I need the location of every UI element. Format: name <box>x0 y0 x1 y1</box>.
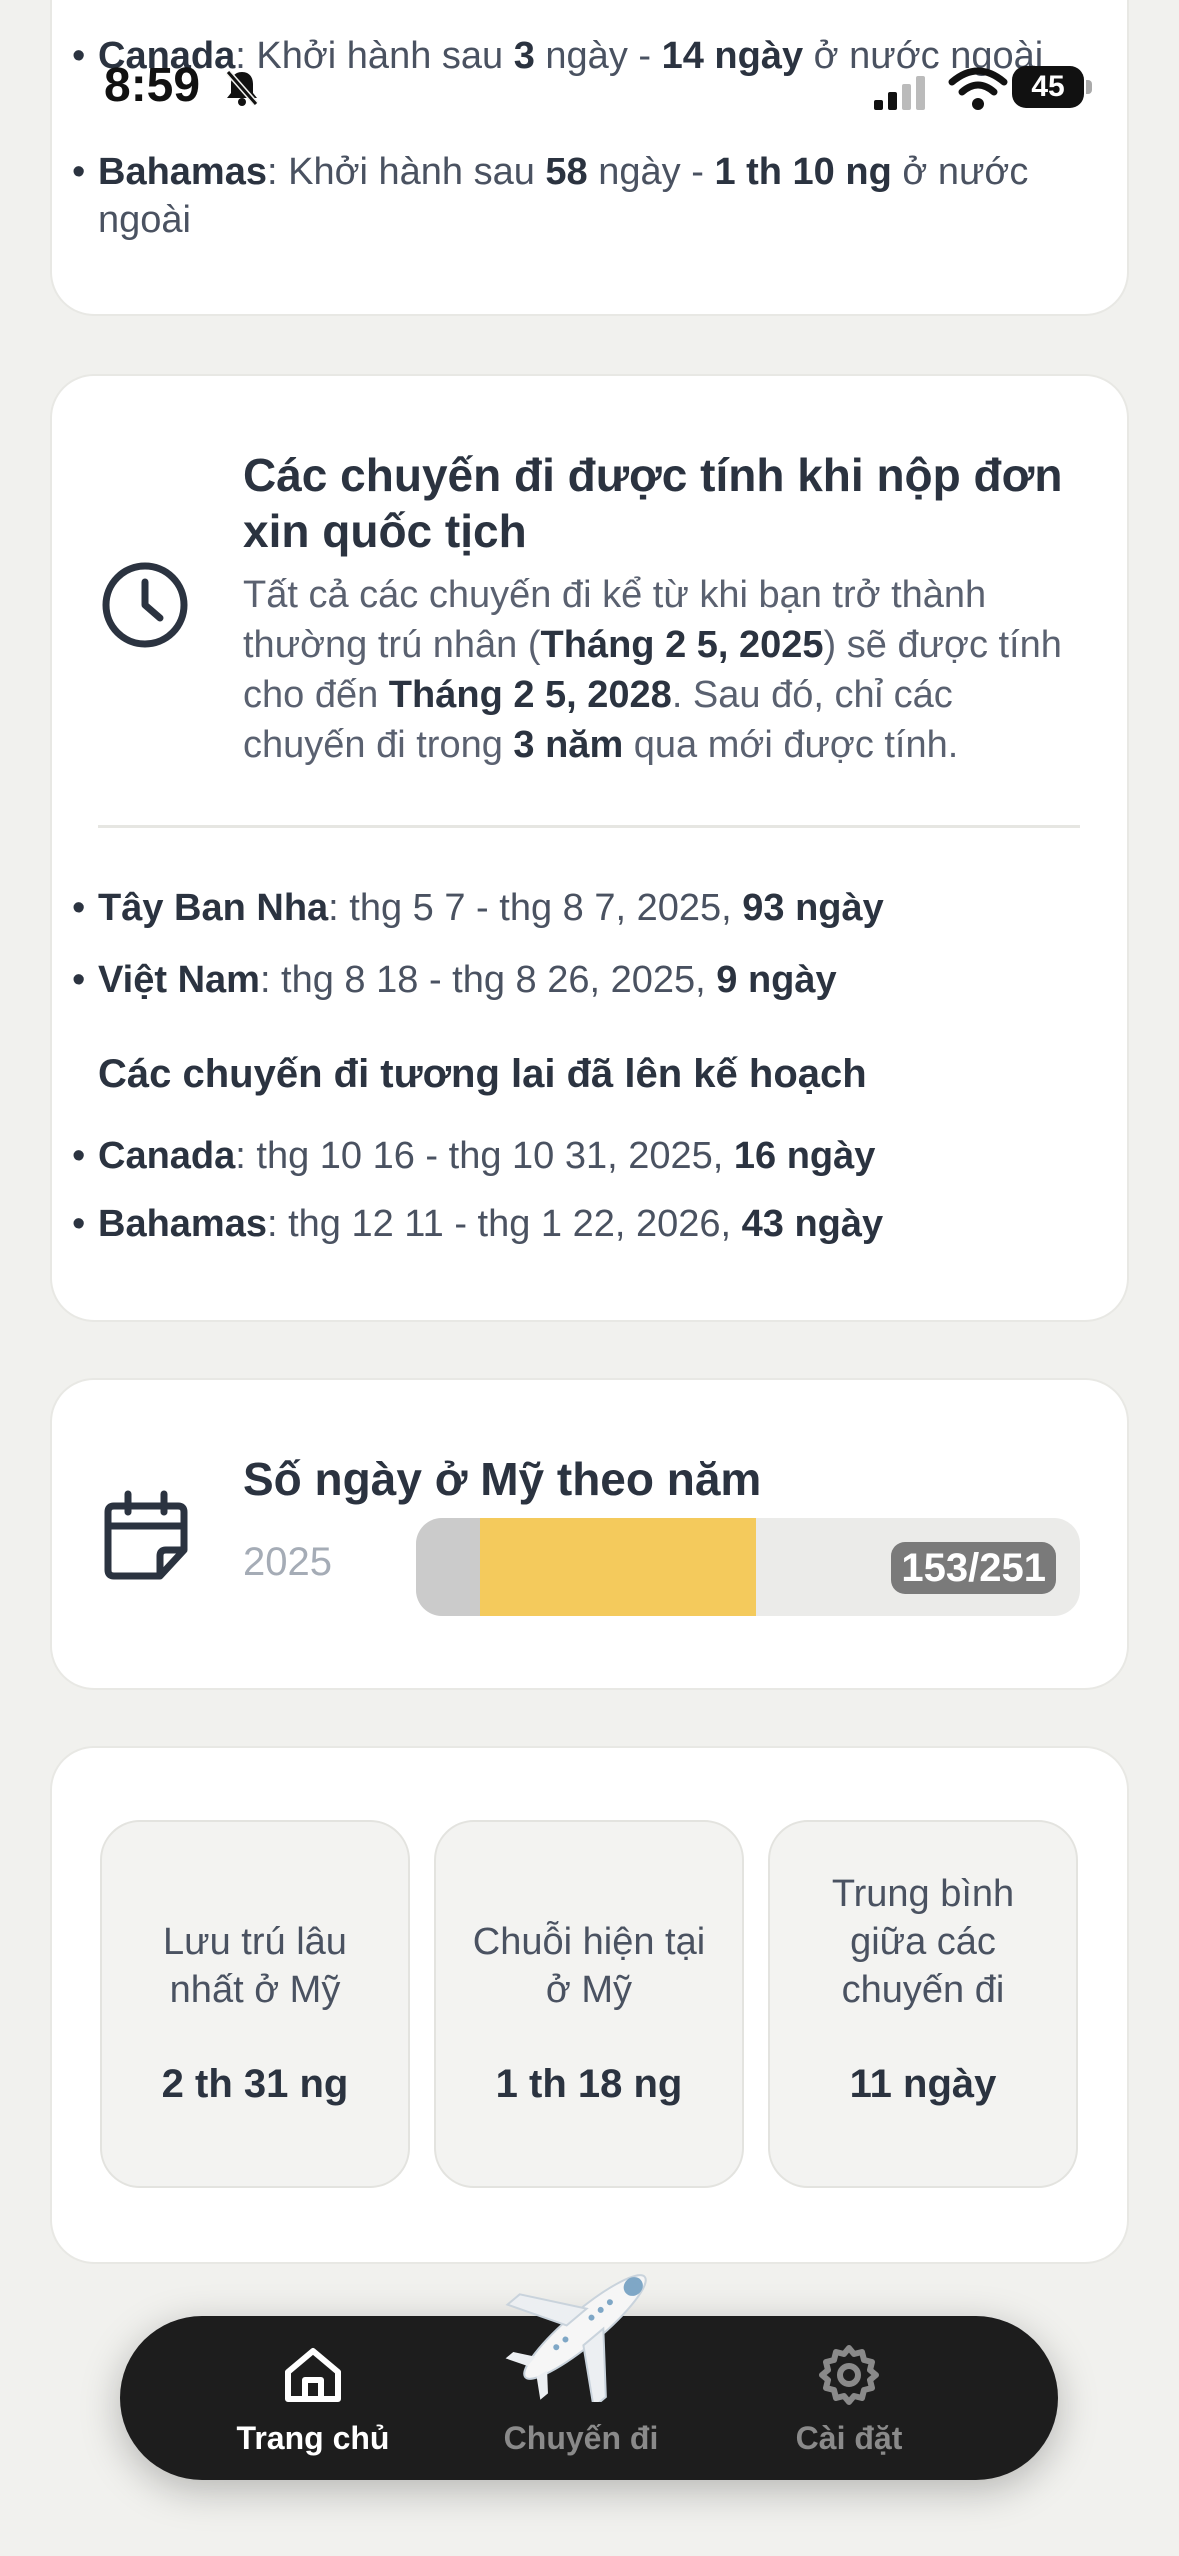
nav-home[interactable]: Trang chủ <box>188 2316 438 2480</box>
bullet: • <box>72 959 86 1001</box>
trip-item: • Tây Ban Nha: thg 5 7 - thg 8 7, 2025, … <box>72 884 1058 932</box>
battery-indicator: 45 <box>1012 66 1084 108</box>
bullet: • <box>72 887 86 929</box>
days-value: 16 ngày <box>733 1135 876 1177</box>
text: ngày - <box>534 35 662 77</box>
days-value: 93 ngày <box>742 887 884 929</box>
days-value: 3 <box>513 35 535 77</box>
stay-value: 14 ngày <box>661 35 804 77</box>
text: qua mới được tính. <box>623 724 959 766</box>
progress-label: 153/251 <box>891 1542 1056 1594</box>
stat-value: 2 th 31 ng <box>161 2062 349 2106</box>
stat-longest-stay: Lưu trú lâu nhất ở Mỹ 2 th 31 ng <box>100 1820 410 2188</box>
bullet: • <box>72 1203 86 1245</box>
resident-date: Tháng 2 5, 2025 <box>540 624 824 666</box>
country-name: Việt Nam <box>98 959 260 1001</box>
card-description: Tất cả các chuyến đi kể từ khi bạn trở t… <box>243 570 1073 770</box>
days-progress-bar: 153/251 <box>416 1518 1080 1616</box>
text: : Khởi hành sau <box>266 151 546 193</box>
country-name: Bahamas <box>98 1203 267 1245</box>
bullet: • <box>72 35 86 77</box>
wifi-icon <box>948 67 1008 110</box>
nav-settings[interactable]: Cài đặt <box>724 2316 974 2480</box>
divider <box>98 825 1080 828</box>
date-range: : thg 5 7 - thg 8 7, 2025, <box>328 887 743 929</box>
card-title: Các chuyến đi được tính khi nộp đơn xin … <box>243 449 1063 557</box>
end-date: Tháng 2 5, 2028 <box>388 674 672 716</box>
nav-label: Cài đặt <box>795 2420 903 2456</box>
date-range: : thg 8 18 - thg 8 26, 2025, <box>259 959 717 1001</box>
list-item: • Bahamas: Khởi hành sau 58 ngày - 1 th … <box>72 148 1058 244</box>
trip-item: • Việt Nam: thg 8 18 - thg 8 26, 2025, 9… <box>72 956 1058 1004</box>
gear-icon <box>819 2345 879 2405</box>
country-name: Bahamas <box>98 151 267 193</box>
home-icon <box>285 2348 341 2402</box>
bell-muted-icon <box>225 70 259 106</box>
progress-past-segment <box>416 1518 480 1616</box>
bullet: • <box>72 151 86 193</box>
date-range: : thg 10 16 - thg 10 31, 2025, <box>235 1135 734 1177</box>
days-value: 9 ngày <box>716 959 837 1001</box>
stat-value: 1 th 18 ng <box>495 2062 683 2106</box>
nav-label: Trang chủ <box>236 2420 390 2456</box>
text: ngày - <box>587 151 715 193</box>
text: : Khởi hành sau <box>235 35 514 77</box>
battery-tip <box>1086 80 1092 94</box>
stay-value: 1 th 10 ng <box>714 151 892 193</box>
country-name: Tây Ban Nha <box>98 887 329 929</box>
country-name: Canada <box>98 1135 236 1177</box>
date-range: : thg 12 11 - thg 1 22, 2026, <box>266 1203 742 1245</box>
years-value: 3 năm <box>513 724 624 766</box>
trip-item: • Canada: thg 10 16 - thg 10 31, 2025, 1… <box>72 1132 1058 1180</box>
stat-current-streak: Chuỗi hiện tại ở Mỹ 1 th 18 ng <box>434 1820 744 2188</box>
progress-fill <box>480 1518 756 1616</box>
card-title: Số ngày ở Mỹ theo năm <box>243 1453 762 1505</box>
stat-label: Lưu trú lâu nhất ở Mỹ <box>163 1921 347 2011</box>
future-trips-heading: Các chuyến đi tương lai đã lên kế hoạch <box>98 1052 867 1096</box>
year-label: 2025 <box>243 1540 332 1584</box>
stat-average-between-trips: Trung bình giữa các chuyến đi 11 ngày <box>768 1820 1078 2188</box>
days-value: 58 <box>545 151 588 193</box>
bullet: • <box>72 1135 86 1177</box>
trip-item: • Bahamas: thg 12 11 - thg 1 22, 2026, 4… <box>72 1200 1058 1248</box>
clock-icon <box>102 562 188 648</box>
nav-label: Chuyến đi <box>503 2420 659 2456</box>
airplane-icon[interactable] <box>500 2252 670 2402</box>
stat-label: Trung bình giữa các chuyến đi <box>831 1873 1015 2011</box>
status-time: 8:59 <box>104 59 201 112</box>
stat-label: Chuỗi hiện tại ở Mỹ <box>472 1921 706 2011</box>
stat-value: 11 ngày <box>849 2062 997 2106</box>
days-value: 43 ngày <box>741 1203 884 1245</box>
calendar-icon <box>104 1490 188 1580</box>
cellular-signal-icon <box>874 76 925 110</box>
